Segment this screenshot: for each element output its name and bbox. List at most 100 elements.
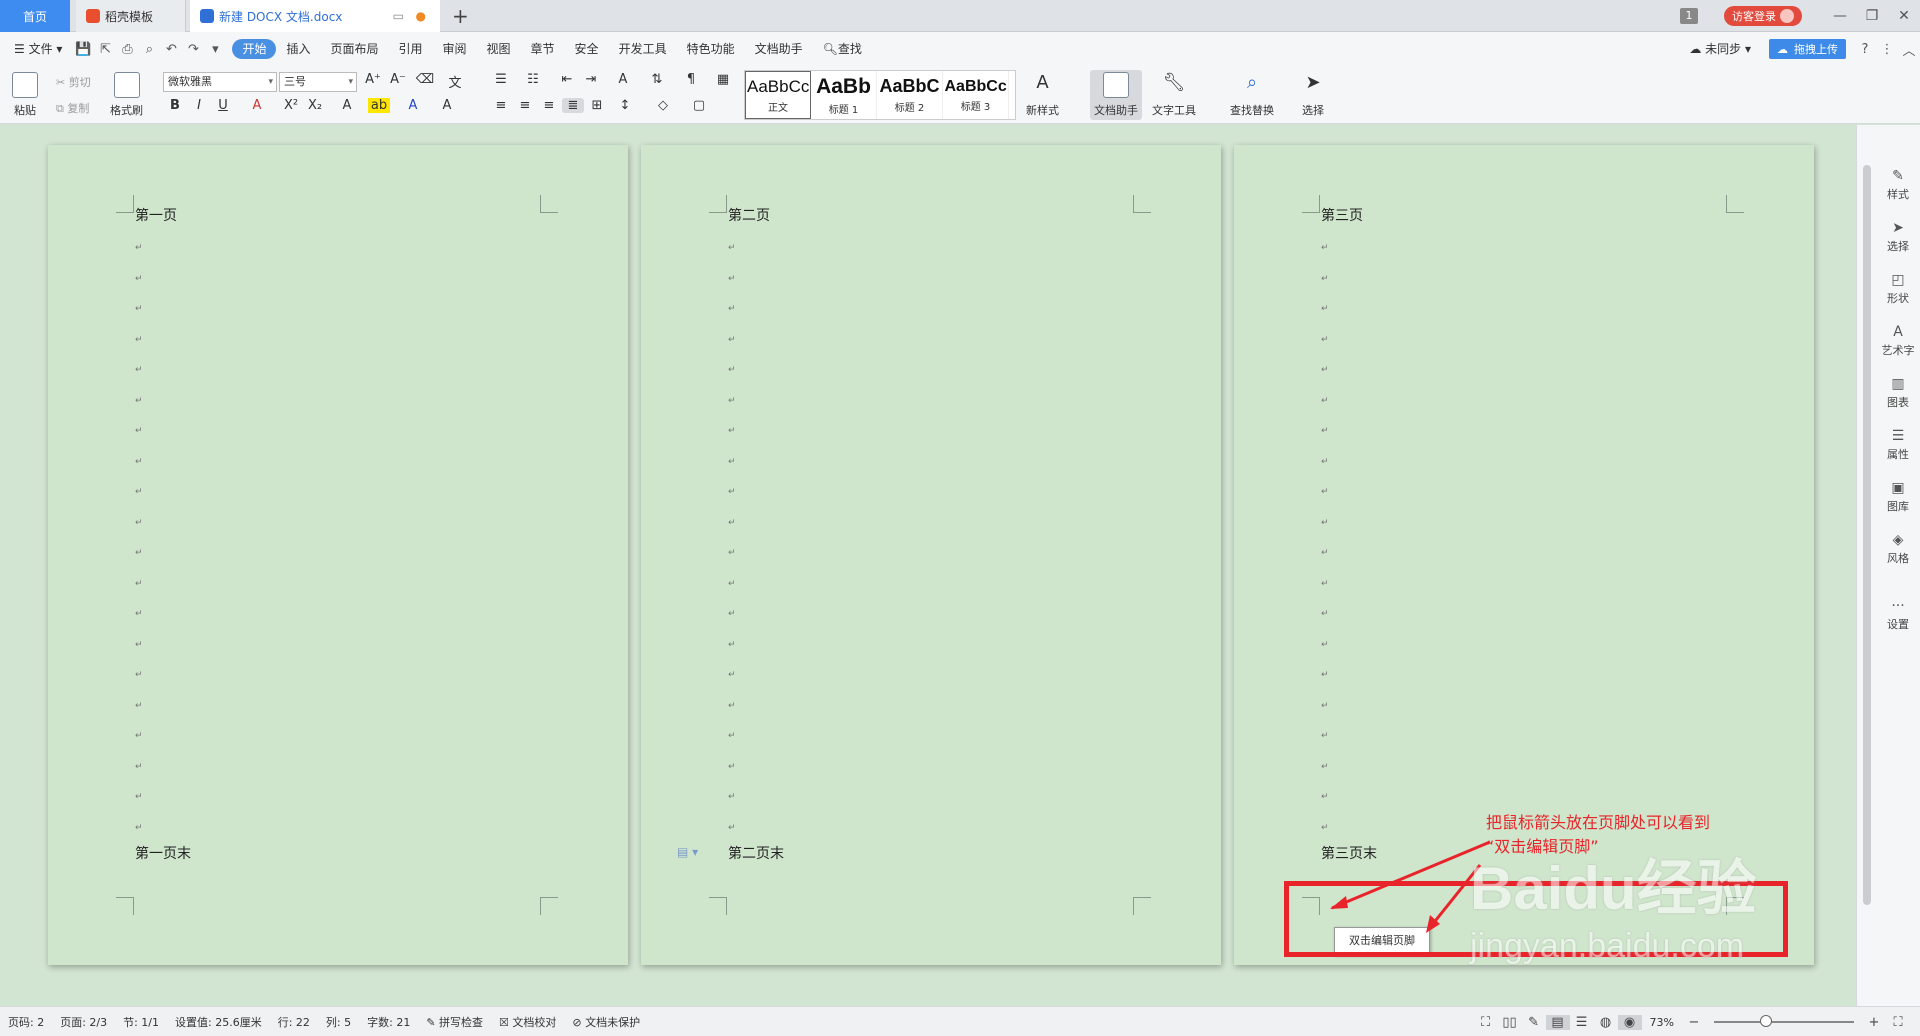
font-size-select[interactable]: 三号 bbox=[279, 72, 357, 92]
phonetic-icon[interactable]: 文 bbox=[444, 72, 466, 91]
font-name-select[interactable]: 微软雅黑 bbox=[163, 72, 277, 92]
table-grid-icon[interactable]: ▦ bbox=[712, 72, 734, 87]
minimize-icon[interactable]: — bbox=[1824, 8, 1856, 24]
menu-tab-references[interactable]: 引用 bbox=[388, 39, 432, 59]
print-icon[interactable]: ⎙ bbox=[116, 42, 138, 57]
protection-status[interactable]: ⊘ 文档未保护 bbox=[564, 1014, 648, 1030]
align-left-icon[interactable]: ≡ bbox=[490, 98, 512, 113]
superscript-icon[interactable]: X² bbox=[280, 98, 302, 113]
zoom-in-icon[interactable]: + bbox=[1862, 1015, 1886, 1030]
page-view-icon[interactable]: ▤ bbox=[1545, 1014, 1570, 1030]
paragraph-handle-icon[interactable]: ▤ ▾ bbox=[677, 845, 698, 859]
text-direction-icon[interactable]: A bbox=[612, 72, 634, 87]
zoom-slider-knob[interactable] bbox=[1760, 1015, 1772, 1027]
sync-status[interactable]: ☁ 未同步 ▾ bbox=[1679, 39, 1761, 59]
menu-tab-start[interactable]: 开始 bbox=[232, 39, 277, 59]
status-setting-value[interactable]: 设置值: 25.6厘米 bbox=[167, 1014, 270, 1030]
menu-tab-review[interactable]: 审阅 bbox=[433, 39, 477, 59]
tab-document[interactable]: 新建 DOCX 文档.docx ▭ ● bbox=[190, 0, 440, 32]
shrink-font-icon[interactable]: A⁻ bbox=[387, 72, 409, 87]
menu-tab-doc-assistant[interactable]: 文档助手 bbox=[745, 39, 813, 59]
doc-assistant-button[interactable]: 文档助手 bbox=[1090, 70, 1142, 120]
sidebar-item-wordart[interactable]: A 艺术字 bbox=[1878, 324, 1918, 358]
borders-icon[interactable]: ▢ bbox=[688, 98, 710, 113]
sidebar-item-shape[interactable]: ◰ 形状 bbox=[1878, 272, 1918, 306]
proofread-toggle[interactable]: ☒ 文档校对 bbox=[491, 1014, 564, 1030]
menu-tab-insert[interactable]: 插入 bbox=[276, 39, 320, 59]
help-icon[interactable]: ? bbox=[1854, 42, 1876, 57]
sidebar-item-style[interactable]: ✎ 样式 bbox=[1878, 168, 1918, 202]
customize-quick-access-icon[interactable]: ▾ bbox=[204, 42, 226, 57]
undo-icon[interactable]: ↶ bbox=[160, 42, 182, 57]
redo-icon[interactable]: ↷ bbox=[182, 42, 204, 57]
menu-tab-section[interactable]: 章节 bbox=[521, 39, 565, 59]
underline-icon[interactable]: U bbox=[212, 98, 234, 113]
status-section[interactable]: 节: 1/1 bbox=[115, 1014, 167, 1030]
save-icon[interactable]: 💾 bbox=[72, 42, 94, 57]
grow-font-icon[interactable]: A⁺ bbox=[362, 72, 384, 87]
increase-indent-icon[interactable]: ⇥ bbox=[580, 72, 602, 87]
copy-button[interactable]: ⧉ 复制 bbox=[56, 100, 89, 116]
select-button[interactable]: ➤ 选择 bbox=[1300, 72, 1326, 118]
new-tab-button[interactable]: + bbox=[452, 4, 469, 28]
spell-check-toggle[interactable]: ✎ 拼写检查 bbox=[418, 1014, 491, 1030]
web-view-icon[interactable]: ◍ bbox=[1594, 1015, 1618, 1030]
zoom-level[interactable]: 73% bbox=[1642, 1016, 1682, 1029]
menu-tab-page-layout[interactable]: 页面布局 bbox=[320, 39, 388, 59]
zoom-slider[interactable] bbox=[1714, 1015, 1854, 1027]
print-preview-icon[interactable]: ⌕ bbox=[138, 42, 160, 57]
eye-protect-icon[interactable]: ◉ bbox=[1617, 1014, 1642, 1030]
sidebar-item-settings[interactable]: ··· 设置 bbox=[1878, 598, 1918, 632]
style-normal[interactable]: AaBbCcDd 正文 bbox=[745, 71, 811, 119]
status-column[interactable]: 列: 5 bbox=[318, 1014, 359, 1030]
restore-icon[interactable]: ❐ bbox=[1856, 8, 1888, 24]
menu-tab-developer[interactable]: 开发工具 bbox=[609, 39, 677, 59]
line-spacing-icon[interactable]: ↕ bbox=[614, 98, 636, 113]
shading-icon[interactable]: ◇ bbox=[652, 98, 674, 113]
paste-button[interactable]: 粘贴 bbox=[12, 72, 38, 118]
cut-button[interactable]: ✂ 剪切 bbox=[56, 74, 91, 90]
scrollbar-thumb[interactable] bbox=[1863, 165, 1871, 905]
menu-tab-special[interactable]: 特色功能 bbox=[677, 39, 745, 59]
decrease-indent-icon[interactable]: ⇤ bbox=[556, 72, 578, 87]
read-mode-icon[interactable]: ▯▯ bbox=[1498, 1015, 1522, 1030]
font-color-icon[interactable]: A bbox=[402, 98, 424, 113]
document-canvas[interactable]: 第一页 第一页末 第二页 第二页末 ▤ ▾ 第三页 第三页末 双击编辑页脚 bbox=[0, 125, 1856, 1006]
collapse-ribbon-icon[interactable]: ︿ bbox=[1898, 40, 1920, 59]
style-heading-1[interactable]: AaBb 标题 1 bbox=[811, 71, 877, 119]
menu-tab-security[interactable]: 安全 bbox=[565, 39, 609, 59]
guest-login-button[interactable]: 访客登录 bbox=[1724, 6, 1802, 26]
text-tools-button[interactable]: 🔧︎ 文字工具 bbox=[1152, 72, 1196, 118]
sidebar-item-chart[interactable]: ▥ 图表 bbox=[1878, 376, 1918, 410]
status-word-count[interactable]: 字数: 21 bbox=[359, 1014, 418, 1030]
more-icon[interactable]: ⋮ bbox=[1876, 42, 1898, 57]
vertical-scrollbar[interactable] bbox=[1861, 145, 1873, 925]
bold-icon[interactable]: B bbox=[164, 98, 186, 113]
status-row[interactable]: 行: 22 bbox=[270, 1014, 318, 1030]
align-center-icon[interactable]: ≡ bbox=[514, 98, 536, 113]
fit-window-icon[interactable]: ⛶ bbox=[1886, 1015, 1910, 1030]
zoom-out-icon[interactable]: − bbox=[1682, 1015, 1706, 1030]
style-heading-2[interactable]: AaBbC 标题 2 bbox=[877, 71, 943, 119]
search-menu[interactable]: 🔍︎查找 bbox=[813, 39, 872, 59]
italic-icon[interactable]: I bbox=[188, 98, 210, 113]
numbered-list-icon[interactable]: ☷ bbox=[522, 72, 544, 87]
subscript-icon[interactable]: X₂ bbox=[304, 98, 326, 113]
window-count-badge[interactable]: 1 bbox=[1680, 8, 1698, 24]
strikethrough-icon[interactable]: A bbox=[246, 98, 268, 113]
export-icon[interactable]: ⇱ bbox=[94, 42, 116, 57]
format-painter-button[interactable]: 格式刷 bbox=[110, 72, 143, 118]
close-icon[interactable]: ✕ bbox=[1888, 8, 1920, 24]
status-page-number[interactable]: 页码: 2 bbox=[0, 1014, 52, 1030]
drag-upload-button[interactable]: ☁ 拖拽上传 bbox=[1769, 39, 1846, 59]
tab-home[interactable]: 首页 bbox=[0, 0, 70, 32]
char-shading-icon[interactable]: A bbox=[436, 98, 458, 113]
clear-format-icon[interactable]: ⌫ bbox=[414, 72, 436, 87]
sidebar-item-properties[interactable]: ☰ 属性 bbox=[1878, 428, 1918, 462]
write-mode-icon[interactable]: ✎ bbox=[1522, 1015, 1546, 1030]
new-style-button[interactable]: A 新样式 bbox=[1026, 72, 1059, 118]
distribute-icon[interactable]: ⊞ bbox=[586, 98, 608, 113]
sidebar-item-theme[interactable]: ◈ 风格 bbox=[1878, 532, 1918, 566]
sort-icon[interactable]: ⇅ bbox=[646, 72, 668, 87]
file-menu[interactable]: ☰ 文件 ▾ bbox=[0, 39, 72, 59]
